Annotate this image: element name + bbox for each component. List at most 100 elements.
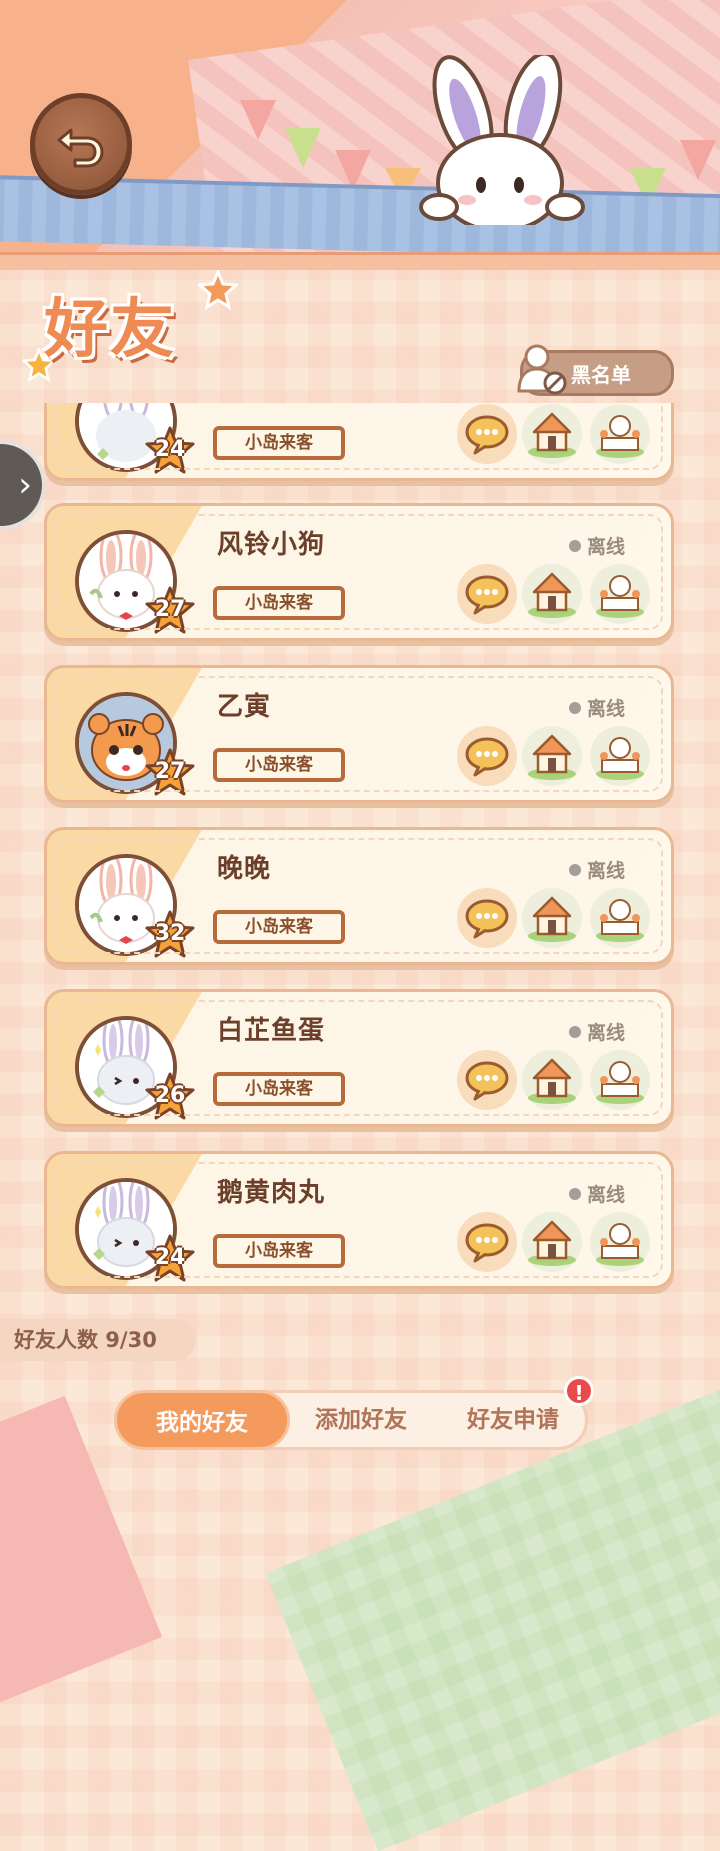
status-indicator: 离线 xyxy=(569,532,625,559)
farm-fence-icon xyxy=(596,415,644,458)
chevron-right-icon: › xyxy=(18,465,32,505)
friend-card[interactable]: 27 风铃小狗 小岛来客 离线 xyxy=(44,503,674,641)
visitor-tag: 小岛来客 xyxy=(213,910,345,944)
level-number: 32 xyxy=(154,921,186,946)
chat-button[interactable] xyxy=(457,888,517,948)
status-text: 离线 xyxy=(587,1184,626,1206)
visit-home-button[interactable] xyxy=(522,404,582,464)
status-indicator: 离线 xyxy=(569,856,625,883)
offline-dot xyxy=(569,539,581,552)
bunny-mascot-image xyxy=(415,51,590,233)
status-indicator: 离线 xyxy=(569,1018,625,1045)
friend-count-label: 好友人数 9/30 xyxy=(0,1319,196,1361)
friend-name: 白芷鱼蛋 xyxy=(217,1016,326,1046)
status-text: 离线 xyxy=(587,536,626,558)
visit-farm-button[interactable] xyxy=(590,888,650,948)
visit-home-button[interactable] xyxy=(522,564,582,624)
page-title: 好友 xyxy=(44,293,176,367)
status-text: 离线 xyxy=(587,860,626,882)
star-icon xyxy=(198,270,238,310)
house-icon xyxy=(528,734,576,780)
level-badge: 24 xyxy=(145,1234,195,1284)
house-icon xyxy=(528,896,576,942)
friend-card[interactable]: 27 乙寅 小岛来客 离线 xyxy=(44,665,674,803)
chat-bubble-icon xyxy=(465,415,509,455)
tab-my-friends[interactable]: 我的好友 xyxy=(114,1390,290,1450)
chat-bubble-icon xyxy=(465,1223,509,1263)
status-indicator: 离线 xyxy=(569,1180,625,1207)
visit-home-button[interactable] xyxy=(522,1050,582,1110)
blacklist-button[interactable]: 黑名单 xyxy=(517,344,674,396)
farm-fence-icon xyxy=(596,899,644,942)
bunting-flag xyxy=(240,100,276,140)
level-badge: 24 xyxy=(145,426,195,476)
chat-button[interactable] xyxy=(457,404,517,464)
tab-add-friends[interactable]: 添加好友 xyxy=(295,1393,427,1447)
farm-fence-icon xyxy=(596,575,644,618)
visit-farm-button[interactable] xyxy=(590,1212,650,1272)
farm-fence-icon xyxy=(596,1223,644,1266)
chat-bubble-icon xyxy=(465,737,509,777)
visit-farm-button[interactable] xyxy=(590,404,650,464)
house-icon xyxy=(528,572,576,618)
farm-fence-icon xyxy=(596,737,644,780)
chat-button[interactable] xyxy=(457,1050,517,1110)
offline-dot xyxy=(569,1187,581,1200)
visitor-tag: 小岛来客 xyxy=(213,426,345,460)
level-number: 24 xyxy=(154,1245,186,1270)
house-icon xyxy=(528,412,576,458)
visit-home-button[interactable] xyxy=(522,726,582,786)
offline-dot xyxy=(569,701,581,714)
status-indicator: 离线 xyxy=(569,694,625,721)
visit-home-button[interactable] xyxy=(522,1212,582,1272)
visitor-tag: 小岛来客 xyxy=(213,586,345,620)
friend-list[interactable]: 24 小岛来客 27 风铃小狗 小岛来客 离线 27 乙寅 小岛来客 离线 32… xyxy=(44,403,678,1321)
offline-dot xyxy=(569,1025,581,1038)
level-number: 24 xyxy=(154,437,186,462)
friend-name: 乙寅 xyxy=(217,692,272,722)
level-badge: 32 xyxy=(145,910,195,960)
visitor-tag: 小岛来客 xyxy=(213,1234,345,1268)
return-arrow-icon xyxy=(57,128,104,168)
farm-fence-icon xyxy=(596,1061,644,1104)
level-number: 27 xyxy=(154,759,186,784)
chat-bubble-icon xyxy=(465,899,509,939)
side-expand-tab[interactable]: › xyxy=(0,440,46,530)
friend-name: 风铃小狗 xyxy=(217,530,326,560)
tab-bar: 我的好友 添加好友 好友申请 xyxy=(114,1390,588,1450)
tab-friend-requests[interactable]: 好友申请 xyxy=(447,1393,579,1447)
friend-name: 鹅黄肉丸 xyxy=(217,1178,326,1208)
visit-farm-button[interactable] xyxy=(590,1050,650,1110)
friend-name: 晚晚 xyxy=(217,854,272,884)
blocked-user-icon xyxy=(517,344,567,395)
chat-button[interactable] xyxy=(457,726,517,786)
friend-card[interactable]: 32 晚晚 小岛来客 离线 xyxy=(44,827,674,965)
offline-dot xyxy=(569,863,581,876)
house-icon xyxy=(528,1220,576,1266)
friend-card[interactable]: 24 小岛来客 xyxy=(44,403,674,481)
chat-button[interactable] xyxy=(457,1212,517,1272)
page-title-area: 好友 xyxy=(22,270,238,382)
bunting-flag xyxy=(285,128,321,168)
visitor-tag: 小岛来客 xyxy=(213,748,345,782)
status-text: 离线 xyxy=(587,698,626,720)
level-badge: 27 xyxy=(145,748,195,798)
level-number: 26 xyxy=(154,1083,186,1108)
chat-button[interactable] xyxy=(457,564,517,624)
status-text: 离线 xyxy=(587,1022,626,1044)
chat-bubble-icon xyxy=(465,575,509,615)
back-button[interactable] xyxy=(30,93,132,195)
visit-farm-button[interactable] xyxy=(590,564,650,624)
friend-card[interactable]: 24 鹅黄肉丸 小岛来客 离线 xyxy=(44,1151,674,1289)
bunting-flag xyxy=(680,140,716,180)
visit-home-button[interactable] xyxy=(522,888,582,948)
friend-card[interactable]: 26 白芷鱼蛋 小岛来客 离线 xyxy=(44,989,674,1127)
level-badge: 27 xyxy=(145,586,195,636)
banner-ledge xyxy=(0,252,720,270)
visitor-tag: 小岛来客 xyxy=(213,1072,345,1106)
visit-farm-button[interactable] xyxy=(590,726,650,786)
level-badge: 26 xyxy=(145,1072,195,1122)
level-number: 27 xyxy=(154,597,186,622)
blacklist-label: 黑名单 xyxy=(571,362,631,387)
notification-alert-badge: ! xyxy=(564,1376,594,1406)
